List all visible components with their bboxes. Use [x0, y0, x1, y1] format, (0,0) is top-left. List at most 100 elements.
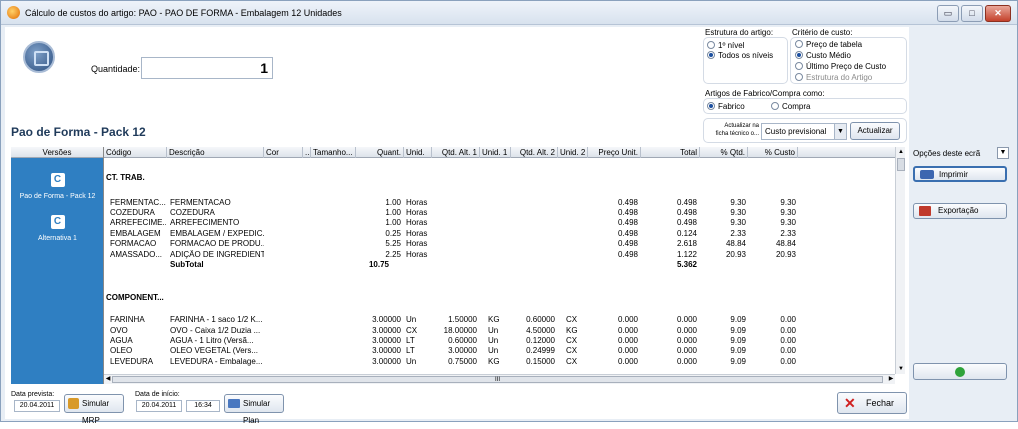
scroll-thumb[interactable] [897, 158, 905, 171]
col-pct-custo[interactable]: % Custo [748, 147, 798, 158]
update-combo[interactable]: Custo previsional ▼ [761, 123, 847, 140]
version-icon: C [50, 215, 65, 229]
cell-price: 0.000 [617, 336, 638, 345]
col-unid[interactable]: Unid. [404, 147, 432, 158]
cell-qty: 1.00 [385, 218, 401, 227]
col-unid2[interactable]: Unid. 2 [558, 147, 588, 158]
chevron-down-icon[interactable]: ▼ [834, 124, 846, 139]
radio-estrutura-artigo: Estrutura do Artigo [795, 73, 872, 82]
scroll-up-icon[interactable]: ▲ [896, 147, 906, 157]
table-row[interactable]: AMASSADO... ADIÇÃO DE INGREDIENT... 2.25 Ho… [104, 250, 895, 260]
subtotal-qty: 10.75 [368, 260, 389, 269]
radio-dot [795, 62, 803, 70]
col-tamanho[interactable]: Tamanho... [311, 147, 356, 158]
radio-compra[interactable]: Compra [771, 102, 810, 111]
radio-todos-niveis[interactable]: Todos os níveis [707, 51, 773, 60]
radio-ultimo-preco[interactable]: Último Preço de Custo [795, 62, 886, 71]
group-row[interactable]: COMPONENT... [104, 293, 895, 303]
quantity-input[interactable]: 1 [141, 57, 273, 79]
cell-unit: Horas [406, 198, 428, 207]
cell-price: 0.498 [617, 239, 638, 248]
col-total[interactable]: Total [641, 147, 700, 158]
hora-inicio-field[interactable]: 16:34 [186, 400, 220, 412]
update-label-line1: Actualizar na [724, 123, 759, 129]
options-label: Opções deste ecrã [913, 149, 981, 158]
radio-fabrico[interactable]: Fabrico [707, 102, 745, 111]
col-unid1[interactable]: Unid. 1 [480, 147, 511, 158]
cell-total: 0.498 [676, 208, 697, 217]
table-row[interactable]: FORMACAO FORMACAO DE PRODU... 5.25 Horas 0.4… [104, 239, 895, 249]
cell-qty: 1.00 [385, 208, 401, 217]
plan-icon [228, 399, 240, 408]
cell-desc: LEVEDURA - Embalage... [170, 357, 263, 366]
close-button[interactable]: ✕ [985, 5, 1011, 22]
col-qtd-alt1[interactable]: Qtd. Alt. 1 [432, 147, 480, 158]
radio-custo-medio[interactable]: Custo Médio [795, 51, 851, 60]
radio-dot [795, 51, 803, 59]
estrutura-title: Estrutura do artigo: [705, 28, 774, 37]
back-button[interactable] [913, 363, 1007, 380]
cell-q2: 0.15000 [526, 357, 555, 366]
minimize-button[interactable]: ▭ [937, 5, 959, 22]
quantity-label: Quantidade: [91, 64, 141, 74]
cell-qty: 3.00000 [372, 336, 401, 345]
scroll-left-icon[interactable]: ◀ [104, 375, 112, 384]
table-row[interactable]: OVO OVO - Caixa 1/2 Duzia ... 3.00000 CX 18.… [104, 326, 895, 336]
radio-preco-tabela[interactable]: Preço de tabela [795, 40, 862, 49]
cell-total: 0.498 [676, 218, 697, 227]
group-row[interactable]: CT. TRAB. [104, 173, 895, 183]
simular-plan-button[interactable]: Simular Plan [224, 394, 284, 425]
print-label: Imprimir [939, 170, 968, 179]
table-row[interactable]: FERMENTAC... FERMENTACAO 1.00 Horas 0.498 0.4… [104, 198, 895, 208]
actualizar-button[interactable]: Actualizar [850, 122, 900, 140]
radio-primeiro-nivel[interactable]: 1º nível [707, 41, 745, 50]
radio-dot [771, 102, 779, 110]
cell-price: 0.498 [617, 208, 638, 217]
window-title: Cálculo de custos do artigo: PAO - PAO D… [25, 8, 342, 18]
hscroll-thumb[interactable]: III [112, 376, 883, 383]
version-item-alternativa[interactable]: C Alternativa 1 [11, 215, 104, 242]
col-qtd-alt2[interactable]: Qtd. Alt. 2 [511, 147, 558, 158]
table-row[interactable]: LEVEDURA LEVEDURA - Embalage... 3.00000 Un 0… [104, 357, 895, 367]
simular-mrp-button[interactable]: Simular MRP [64, 394, 124, 425]
cell-u1: Un [488, 336, 499, 345]
scroll-right-icon[interactable]: ▶ [887, 375, 895, 384]
version-item-pao-forma[interactable]: C Pao de Forma - Pack 12 [11, 173, 104, 200]
table-row[interactable]: ARREFECIME... ARREFECIMENTO 1.00 Horas 0.498… [104, 218, 895, 228]
col-dots[interactable]: ... [303, 147, 311, 158]
cell-u2: CX [566, 315, 578, 324]
print-button[interactable]: Imprimir [913, 166, 1007, 182]
export-label: Exportação [938, 206, 979, 215]
table-row[interactable]: EMBALAGEM EMBALAGEM / EXPEDIC... 0.25 Horas… [104, 229, 895, 239]
col-pct-qtd[interactable]: % Qtd. [700, 147, 748, 158]
cell-qty: 3.00000 [372, 315, 401, 324]
table-row[interactable]: FARINHA FARINHA - 1 saco 1/2 K... 3.00000 U… [104, 315, 895, 325]
subtotal-row[interactable]: SubTotal 10.75 5.362 [104, 260, 895, 270]
options-dropdown-icon[interactable]: ▼ [997, 147, 1009, 159]
col-descricao[interactable]: Descrição [167, 147, 264, 158]
data-prevista-field[interactable]: 20.04.2011 [14, 400, 60, 412]
table-row[interactable]: OLEO OLEO VEGETAL (Vers... 3.00000 LT 3.0000… [104, 346, 895, 356]
cell-q1: 3.00000 [448, 346, 477, 355]
criterio-title: Critério de custo: [792, 28, 853, 37]
cell-price: 0.498 [617, 229, 638, 238]
export-button[interactable]: Exportação [913, 203, 1007, 219]
maximize-button[interactable]: □ [961, 5, 983, 22]
cell-pq: 20.93 [725, 250, 746, 259]
table-row[interactable]: COZEDURA COZEDURA 1.00 Horas 0.498 0.498 9.30 9… [104, 208, 895, 218]
col-codigo[interactable]: Código [104, 147, 167, 158]
col-quant[interactable]: Quant. [356, 147, 404, 158]
cell-pc: 9.30 [780, 208, 796, 217]
scroll-down-icon[interactable]: ▼ [896, 364, 906, 374]
table-row[interactable]: AGUA AGUA - 1 Litro (Versã... 3.00000 LT 0.6… [104, 336, 895, 346]
cell-qty: 3.00000 [372, 326, 401, 335]
col-preco-unit[interactable]: Preço Unit. [588, 147, 641, 158]
cell-unit: Horas [406, 208, 428, 217]
fechar-button[interactable]: ✕ Fechar [837, 392, 907, 414]
cell-total: 0.000 [676, 346, 697, 355]
vertical-scrollbar[interactable]: ▲ ▼ [895, 147, 905, 374]
horizontal-scrollbar[interactable]: ◀ III ▶ [104, 374, 895, 384]
col-cor[interactable]: Cor [264, 147, 303, 158]
cell-total: 0.000 [676, 336, 697, 345]
data-inicio-field[interactable]: 20.04.2011 [136, 400, 182, 412]
